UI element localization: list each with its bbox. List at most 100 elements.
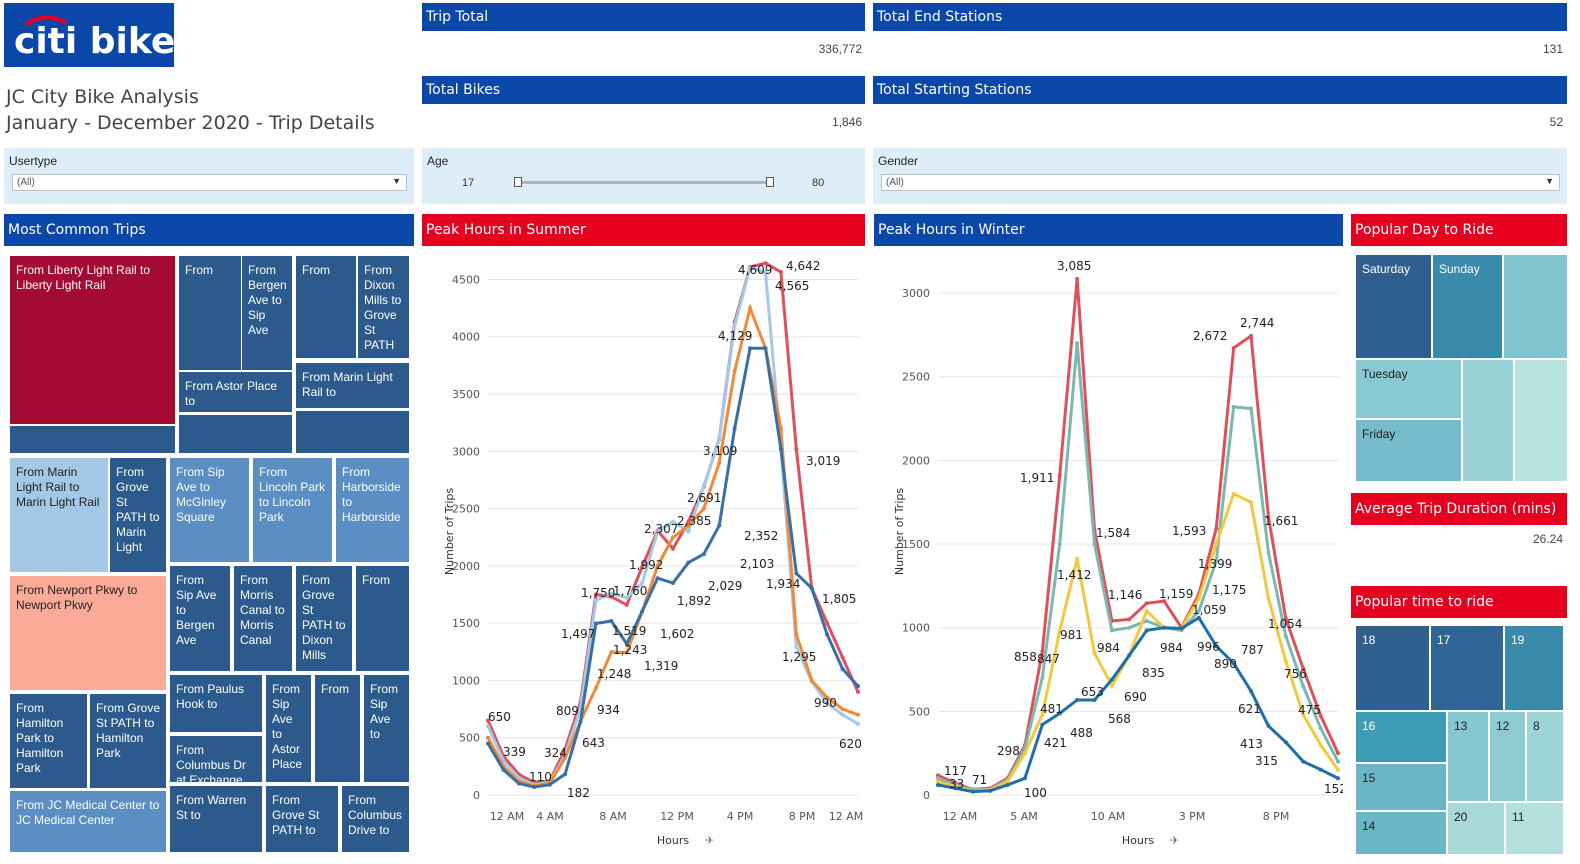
age-slider-min-handle[interactable]: [514, 177, 522, 187]
day-tile[interactable]: [1515, 360, 1567, 481]
data-point[interactable]: [1127, 625, 1132, 630]
data-point[interactable]: [1005, 782, 1010, 787]
data-point[interactable]: [701, 483, 706, 488]
hour-tile[interactable]: 13: [1448, 712, 1488, 801]
data-point[interactable]: [748, 306, 753, 311]
data-point[interactable]: [1144, 601, 1149, 606]
data-point[interactable]: [532, 784, 537, 789]
hour-tile[interactable]: 18: [1356, 626, 1429, 710]
data-point[interactable]: [624, 602, 629, 607]
data-point[interactable]: [794, 632, 799, 637]
day-tile-saturday[interactable]: Saturday: [1356, 255, 1431, 358]
trip-tile[interactable]: [179, 415, 292, 453]
data-point[interactable]: [1127, 653, 1132, 658]
data-point[interactable]: [1057, 473, 1062, 478]
trip-tile[interactable]: From Paulus Hook to: [170, 675, 262, 732]
data-point[interactable]: [748, 346, 753, 351]
data-point[interactable]: [1231, 404, 1236, 409]
day-tile-friday[interactable]: Friday: [1356, 420, 1461, 481]
trip-tile[interactable]: From Sip Ave to McGinley Square: [170, 458, 249, 562]
data-point[interactable]: [1144, 608, 1149, 613]
day-tile[interactable]: [1463, 360, 1513, 481]
data-point[interactable]: [1196, 596, 1201, 601]
data-point[interactable]: [486, 735, 490, 740]
data-point[interactable]: [655, 576, 660, 581]
data-point[interactable]: [671, 581, 675, 586]
data-point[interactable]: [856, 689, 860, 694]
data-point[interactable]: [1283, 659, 1288, 664]
day-tile-tuesday[interactable]: Tuesday: [1356, 360, 1461, 418]
day-tile-sunday[interactable]: Sunday: [1433, 255, 1502, 358]
trip-tile[interactable]: From Marin Light Rail to: [296, 363, 409, 408]
data-point[interactable]: [1231, 345, 1236, 350]
data-point[interactable]: [840, 655, 845, 660]
data-point[interactable]: [794, 447, 799, 452]
series-line[interactable]: [937, 615, 1339, 794]
day-tile[interactable]: [1504, 255, 1567, 358]
pin-icon[interactable]: ✈: [705, 834, 714, 847]
data-point[interactable]: [1249, 500, 1254, 505]
trip-tile[interactable]: From Hamilton Park to Hamilton Park: [10, 694, 87, 788]
data-point[interactable]: [1040, 722, 1045, 727]
age-slider-max-handle[interactable]: [766, 177, 774, 187]
data-point[interactable]: [840, 712, 845, 717]
trip-tile[interactable]: From: [315, 675, 360, 782]
data-point[interactable]: [794, 644, 799, 649]
data-point[interactable]: [1075, 556, 1080, 561]
trip-tile[interactable]: From Warren St to: [170, 786, 262, 852]
data-point[interactable]: [1301, 684, 1306, 689]
trip-tile[interactable]: From Morris Canal to Morris Canal: [234, 566, 292, 671]
data-point[interactable]: [988, 788, 993, 793]
data-point[interactable]: [1075, 276, 1080, 281]
data-point[interactable]: [1144, 619, 1149, 624]
data-point[interactable]: [1336, 759, 1340, 764]
trip-tile[interactable]: From JC Medical Center to JC Medical Cen…: [10, 791, 166, 852]
trip-tile[interactable]: From Grove St PATH to Marin Light: [110, 458, 166, 572]
data-point[interactable]: [732, 426, 737, 431]
trip-tile[interactable]: From Sip Ave to Bergen Ave: [170, 566, 230, 671]
data-point[interactable]: [1214, 542, 1219, 547]
hour-tile[interactable]: 12: [1490, 712, 1525, 801]
trip-tile[interactable]: From Columbus Dr at Exchange: [170, 736, 262, 782]
data-point[interactable]: [1144, 628, 1149, 633]
data-point[interactable]: [809, 678, 814, 683]
data-point[interactable]: [1266, 550, 1271, 555]
data-point[interactable]: [1231, 491, 1236, 496]
series-line[interactable]: [937, 278, 1340, 791]
data-point[interactable]: [763, 346, 768, 351]
data-point[interactable]: [1336, 767, 1340, 772]
data-point[interactable]: [778, 270, 783, 275]
usertype-select[interactable]: (All) ▼: [12, 174, 407, 191]
hour-tile[interactable]: 14: [1356, 812, 1446, 854]
data-point[interactable]: [1109, 683, 1114, 688]
data-point[interactable]: [840, 666, 845, 671]
data-point[interactable]: [825, 632, 830, 637]
data-point[interactable]: [1109, 677, 1114, 682]
data-point[interactable]: [486, 741, 490, 746]
data-point[interactable]: [1336, 776, 1340, 781]
trip-tile[interactable]: From Grove St PATH to Hamilton Park: [90, 694, 166, 788]
trip-tile[interactable]: From Columbus Drive to: [342, 786, 409, 852]
trip-tile[interactable]: From: [356, 566, 409, 671]
data-point[interactable]: [717, 460, 722, 465]
hour-tile[interactable]: 17: [1431, 626, 1503, 710]
data-point[interactable]: [1249, 406, 1254, 411]
data-point[interactable]: [1092, 651, 1097, 656]
data-point[interactable]: [701, 552, 706, 557]
data-point[interactable]: [593, 621, 598, 626]
data-point[interactable]: [778, 426, 783, 431]
data-point[interactable]: [563, 772, 568, 777]
trip-tile[interactable]: [296, 411, 409, 453]
data-point[interactable]: [1249, 333, 1254, 338]
trip-tile[interactable]: From Astor Place to: [179, 372, 292, 412]
hour-tile[interactable]: 15: [1356, 764, 1446, 810]
data-point[interactable]: [1057, 542, 1062, 547]
data-point[interactable]: [1075, 697, 1080, 702]
hour-tile[interactable]: 19: [1505, 626, 1563, 710]
data-point[interactable]: [1318, 726, 1323, 731]
data-point[interactable]: [717, 437, 722, 442]
trip-tile[interactable]: From Grove St PATH to: [266, 786, 338, 852]
trip-tile[interactable]: From Marin Light Rail to Marin Light Rai…: [10, 458, 108, 572]
hour-tile[interactable]: 16: [1356, 712, 1446, 762]
data-point[interactable]: [501, 767, 506, 772]
